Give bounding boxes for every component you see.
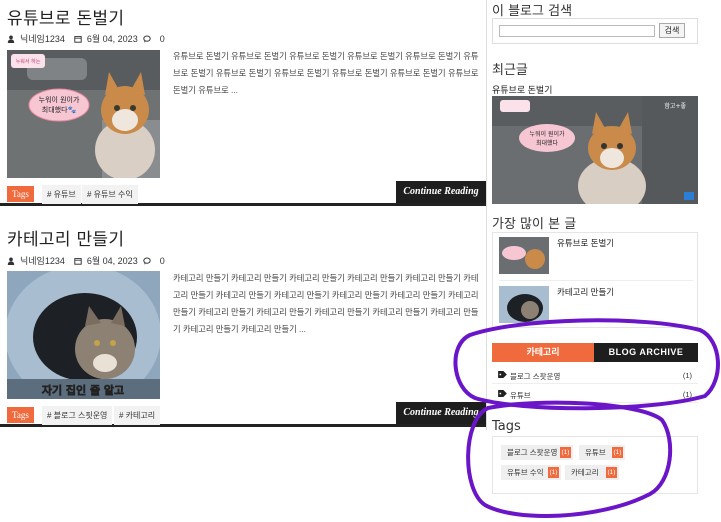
annotation-circle xyxy=(466,400,673,518)
annotation-overlay xyxy=(453,318,720,518)
annotation-circle xyxy=(453,318,720,411)
